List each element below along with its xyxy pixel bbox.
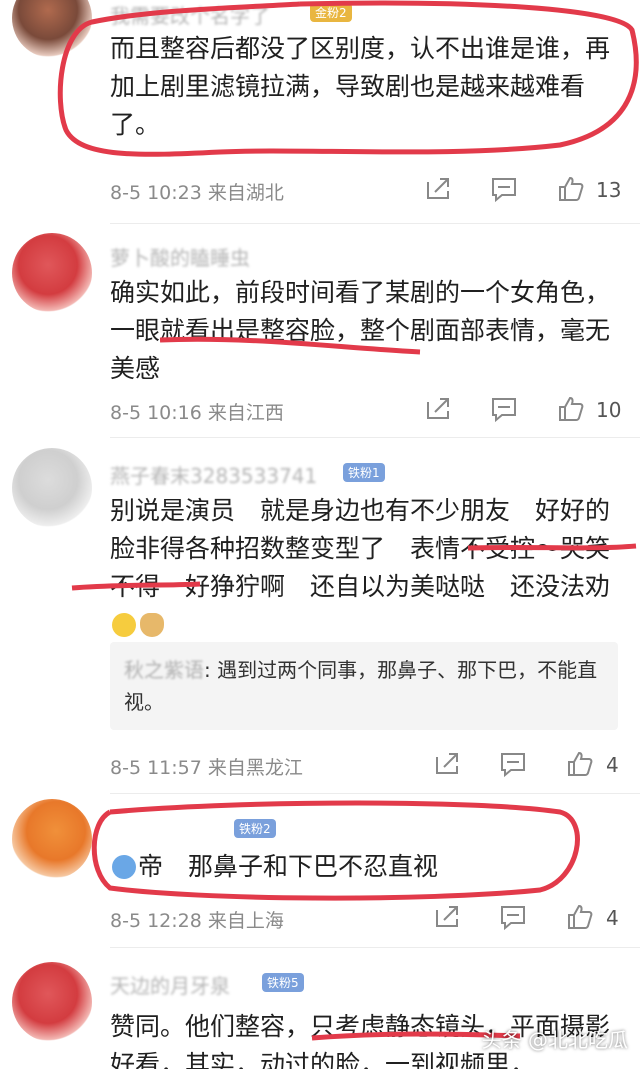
comment-card: 燕子春末3283533741 铁粉1 别说是演员 就是身边也有不少朋友 好好的脸… bbox=[0, 438, 640, 795]
thumbs-up-icon[interactable] bbox=[565, 902, 595, 932]
fan-badge: 金粉2 bbox=[310, 3, 352, 22]
avatar[interactable] bbox=[12, 233, 92, 313]
laughing-crying-emoji bbox=[112, 613, 136, 637]
timestamp: 8-5 10:23 来自湖北 bbox=[110, 182, 284, 204]
username[interactable]: 燕子春末3283533741 bbox=[110, 460, 317, 489]
repost-icon[interactable] bbox=[423, 394, 453, 424]
reply-colon: : bbox=[204, 658, 218, 682]
comment-text: 确实如此，前段时间看了某剧的一个女角色，一眼就看出是整容脸，整个剧面部表情，毫无… bbox=[110, 278, 611, 383]
repost-icon[interactable] bbox=[432, 902, 462, 932]
avatar[interactable] bbox=[12, 799, 92, 879]
comment-icon[interactable] bbox=[498, 749, 528, 779]
watermark: 头条 @北北吃瓜 bbox=[481, 1028, 628, 1052]
comment-text: 而且整容后都没了区别度，认不出谁是谁，再加上剧里滤镜拉满，导致剧也是越来越难看了… bbox=[110, 34, 611, 139]
comment-icon[interactable] bbox=[498, 902, 528, 932]
emoji bbox=[112, 855, 136, 879]
thumbs-up-icon[interactable] bbox=[556, 394, 586, 424]
timestamp: 8-5 12:28 来自上海 bbox=[110, 910, 284, 932]
comment-icon[interactable] bbox=[489, 394, 519, 424]
timestamp: 8-5 10:16 来自江西 bbox=[110, 402, 284, 424]
fan-badge: 铁粉2 bbox=[234, 819, 276, 838]
thumbs-up-icon[interactable] bbox=[556, 174, 586, 204]
dog-emoji bbox=[140, 613, 164, 637]
comment-card: 萝卜酸的瞌睡虫 确实如此，前段时间看了某剧的一个女角色，一眼就看出是整容脸，整个… bbox=[0, 225, 640, 438]
fan-badge: 铁粉5 bbox=[262, 973, 304, 992]
divider bbox=[110, 793, 640, 794]
reply-username[interactable]: 秋之紫语 bbox=[124, 658, 204, 682]
like-count: 4 bbox=[606, 906, 619, 930]
comment-text: 别说是演员 就是身边也有不少朋友 好好的脸非得各种招数整变型了 表情不受控～哭笑… bbox=[110, 492, 622, 644]
avatar[interactable] bbox=[12, 0, 92, 58]
reply-preview[interactable]: 秋之紫语: 遇到过两个同事，那鼻子、那下巴，不能直视。 bbox=[110, 642, 618, 730]
comment-meta: 8-5 12:28 来自上海 4 bbox=[110, 904, 640, 936]
timestamp: 8-5 11:57 来自黑龙江 bbox=[110, 757, 303, 779]
avatar[interactable] bbox=[12, 962, 92, 1042]
like-count: 4 bbox=[606, 753, 619, 777]
comment-meta: 8-5 10:23 来自湖北 13 bbox=[110, 176, 640, 208]
like-count: 10 bbox=[596, 398, 622, 422]
comment-meta: 8-5 11:57 来自黑龙江 4 bbox=[110, 751, 640, 783]
repost-icon[interactable] bbox=[432, 749, 462, 779]
comment-meta: 8-5 10:16 来自江西 10 bbox=[110, 396, 640, 428]
username[interactable]: 我需要改个名字了 bbox=[110, 0, 270, 29]
username[interactable]: 萝卜酸的瞌睡虫 bbox=[110, 242, 250, 271]
comment-card: 我需要改个名字了 金粉2 而且整容后都没了区别度，认不出谁是谁，再加上剧里滤镜拉… bbox=[0, 0, 640, 225]
comment-text: 帝 那鼻子和下巴不忍直视 bbox=[110, 848, 622, 886]
comment-card: 铁粉2 帝 那鼻子和下巴不忍直视 8-5 12:28 来自上海 4 bbox=[0, 795, 640, 948]
divider bbox=[110, 223, 640, 224]
thumbs-up-icon[interactable] bbox=[565, 749, 595, 779]
username[interactable]: 天边的月牙泉 bbox=[110, 970, 230, 999]
like-count: 13 bbox=[596, 178, 622, 202]
repost-icon[interactable] bbox=[423, 174, 453, 204]
avatar[interactable] bbox=[12, 448, 92, 528]
comment-icon[interactable] bbox=[489, 174, 519, 204]
fan-badge: 铁粉1 bbox=[343, 463, 385, 482]
